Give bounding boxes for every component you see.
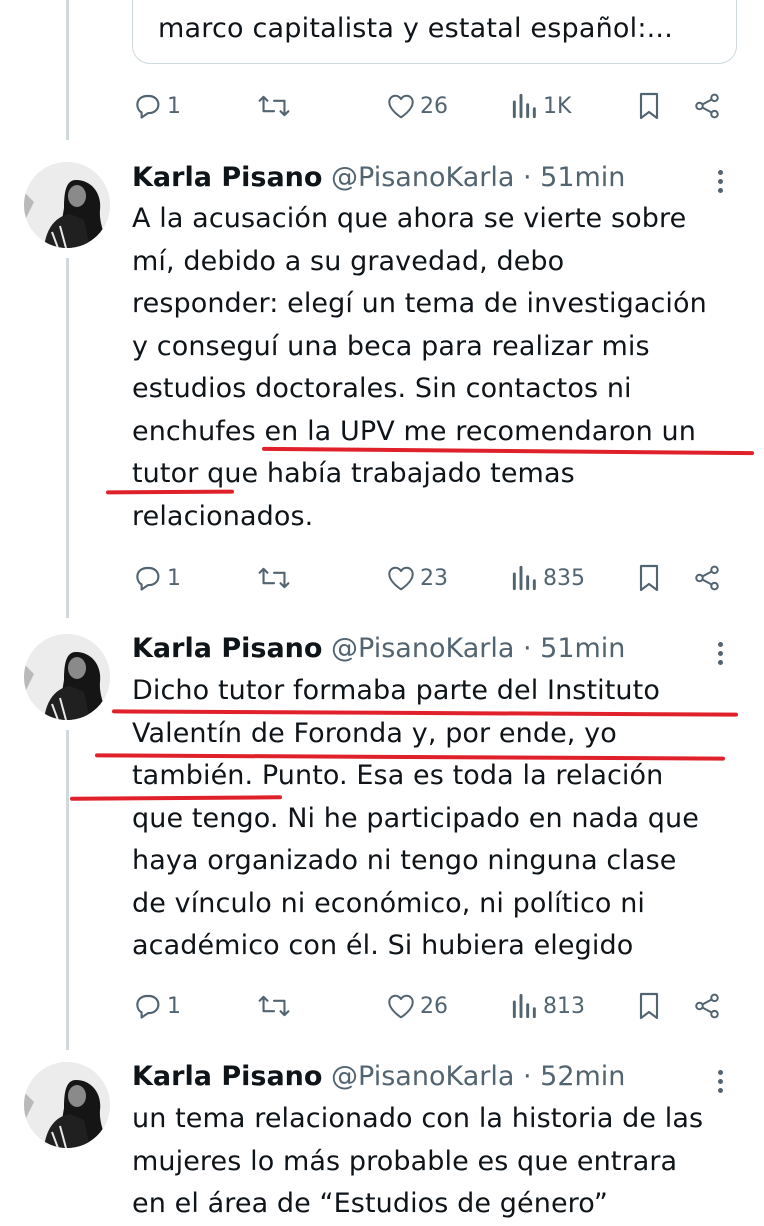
bookmark-button[interactable]: [635, 88, 663, 124]
avatar[interactable]: [24, 1062, 110, 1148]
tweet-text-line: A la acusación que ahora se vierte sobre: [132, 203, 687, 234]
bookmark-button[interactable]: [635, 988, 663, 1024]
quoted-tweet-text: marco capitalista y estatal español:...: [158, 13, 673, 44]
author-handle[interactable]: @PisanoKarla: [331, 1061, 514, 1092]
bookmark-button[interactable]: [635, 560, 663, 596]
like-button[interactable]: 23: [385, 560, 448, 596]
share-icon: [692, 562, 722, 594]
reply-icon: [132, 990, 164, 1022]
views-count: 835: [543, 565, 585, 591]
tweet-header: Karla Pisano @PisanoKarla · 51min: [132, 633, 625, 665]
views-icon: [510, 562, 540, 594]
views-icon: [510, 90, 540, 122]
tweet-text-line: académico con él. Si hubiera elegido: [132, 930, 634, 961]
author-name[interactable]: Karla Pisano: [132, 162, 322, 193]
tweet-text-line: mujeres lo más probable es que entrara: [132, 1145, 678, 1177]
reply-button[interactable]: 1: [132, 88, 181, 124]
highlight-underline: [105, 489, 235, 495]
reply-count: 1: [167, 993, 181, 1019]
tweet-text-line: Valentín de Foronda y, por ende, yo: [132, 717, 617, 749]
retweet-button[interactable]: [257, 988, 291, 1024]
like-button[interactable]: 26: [385, 988, 448, 1024]
share-button[interactable]: [692, 88, 722, 124]
tweet-text-line: estudios doctorales. Sin contactos ni: [132, 373, 632, 404]
tweet-text-line: en el área de “Estudios de género”: [132, 1188, 609, 1219]
tweet-text-line: un tema relacionado con la historia de l…: [132, 1103, 704, 1134]
heart-icon: [385, 990, 417, 1022]
tweet-text: A la acusación que ahora se vierte sobre…: [132, 198, 752, 538]
tweet-actions: 1 26 1K: [132, 88, 732, 124]
views-button[interactable]: 835: [510, 560, 585, 596]
tweet-text-line: y conseguí una beca para realizar mis: [132, 330, 650, 362]
retweet-icon: [257, 990, 291, 1022]
tweet-text-line: mí, debido a su gravedad, debo: [132, 245, 565, 277]
views-icon: [510, 990, 540, 1022]
tweet-time[interactable]: · 51min: [523, 633, 625, 664]
reply-count: 1: [167, 565, 181, 591]
more-options-icon[interactable]: [710, 1066, 730, 1098]
retweet-icon: [257, 562, 291, 594]
share-button[interactable]: [692, 988, 722, 1024]
like-count: 26: [420, 993, 448, 1019]
bookmark-icon: [635, 562, 663, 594]
reply-icon: [132, 90, 164, 122]
tweet-text-line: de vínculo ni económico, ni político ni: [132, 887, 646, 919]
views-count: 1K: [543, 93, 572, 119]
reply-icon: [132, 562, 164, 594]
reply-count: 1: [167, 93, 181, 119]
share-icon: [692, 90, 722, 122]
thread-line: [66, 730, 69, 1050]
bookmark-icon: [635, 990, 663, 1022]
retweet-button[interactable]: [257, 560, 291, 596]
tweet-actions: 1 23 835: [132, 560, 732, 596]
tweet-text-line: enchufes en la UPV me recomendaron un: [132, 415, 696, 447]
avatar[interactable]: [24, 162, 110, 248]
more-options-icon[interactable]: [710, 638, 730, 670]
author-name[interactable]: Karla Pisano: [132, 1061, 322, 1092]
tweet-text-line: responder: elegí un tema de investigació…: [132, 288, 707, 319]
quoted-tweet-card[interactable]: marco capitalista y estatal español:...: [132, 0, 737, 64]
tweet-text-line: que tengo. Ni he participado en nada que: [132, 802, 699, 834]
tweet-header: Karla Pisano @PisanoKarla · 52min: [132, 1061, 625, 1093]
retweet-icon: [257, 90, 291, 122]
retweet-button[interactable]: [257, 88, 291, 124]
share-button[interactable]: [692, 560, 722, 596]
tweet-text-line: haya organizado ni tengo ninguna clase: [132, 845, 677, 876]
tweet-header: Karla Pisano @PisanoKarla · 51min: [132, 162, 625, 194]
thread-line: [66, 258, 69, 618]
tweet-text-line: relacionados.: [132, 500, 314, 532]
avatar[interactable]: [24, 634, 110, 720]
share-icon: [692, 990, 722, 1022]
views-button[interactable]: 813: [510, 988, 585, 1024]
author-handle[interactable]: @PisanoKarla: [331, 162, 514, 193]
bookmark-icon: [635, 90, 663, 122]
heart-icon: [385, 562, 417, 594]
like-count: 26: [420, 93, 448, 119]
reply-button[interactable]: 1: [132, 560, 181, 596]
tweet-time[interactable]: · 51min: [523, 162, 625, 193]
heart-icon: [385, 90, 417, 122]
thread-line: [66, 0, 69, 140]
like-button[interactable]: 26: [385, 88, 448, 124]
tweet-text-line: también. Punto. Esa es toda la relación: [132, 760, 664, 791]
tweet-text-line: Dicho tutor formaba parte del Instituto: [132, 675, 660, 706]
author-name[interactable]: Karla Pisano: [132, 633, 322, 664]
views-button[interactable]: 1K: [510, 88, 571, 124]
like-count: 23: [420, 565, 448, 591]
views-count: 813: [543, 993, 585, 1019]
tweet-time[interactable]: · 52min: [523, 1061, 625, 1092]
tweet-text: un tema relacionado con la historia de l…: [132, 1098, 752, 1226]
author-handle[interactable]: @PisanoKarla: [331, 633, 514, 664]
tweet-actions: 1 26 813: [132, 988, 732, 1024]
reply-button[interactable]: 1: [132, 988, 181, 1024]
more-options-icon[interactable]: [710, 166, 730, 198]
